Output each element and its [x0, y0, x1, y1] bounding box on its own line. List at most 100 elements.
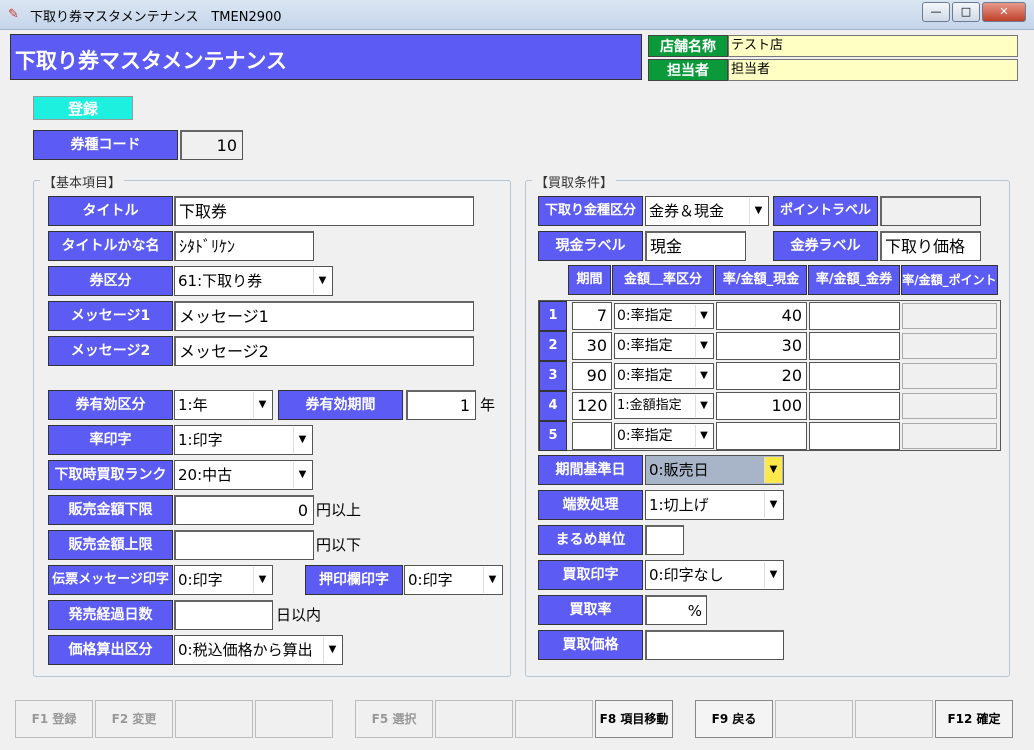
maximize-button[interactable]: □ [952, 2, 980, 22]
rate-print-select[interactable]: 1:印字 ▼ [174, 425, 313, 455]
table-row-period[interactable]: 120 [572, 392, 612, 420]
chevron-down-icon[interactable]: ▼ [253, 567, 271, 593]
table-row-kubun-select[interactable]: 0:率指定 ▼ [614, 423, 714, 449]
f9-back-button[interactable]: F9 戻る [695, 700, 773, 738]
chevron-down-icon[interactable]: ▼ [764, 562, 782, 588]
table-row-kubun-select[interactable]: 0:率指定 ▼ [614, 333, 714, 359]
point-label-field[interactable] [880, 196, 981, 226]
voucher-code-field[interactable]: 10 [180, 130, 243, 160]
base-date-select[interactable]: 0:販売日 ▼ [645, 455, 784, 485]
table-row-kubun-select[interactable]: 1:金額指定 ▼ [614, 393, 714, 419]
purchase-rate-field[interactable]: % [645, 595, 707, 625]
title-kana-label: タイトルかな名 [48, 231, 173, 261]
table-row-ticket[interactable] [809, 422, 900, 450]
sale-max-label: 販売金額上限 [48, 530, 173, 560]
table-row-ticket[interactable] [809, 302, 900, 330]
chevron-down-icon[interactable]: ▼ [695, 335, 712, 357]
purchase-group-title: 【買取条件】 [532, 172, 617, 191]
table-row-kubun-select[interactable]: 0:率指定 ▼ [614, 363, 714, 389]
stamp-print-label: 押印欄印字 [305, 565, 403, 595]
table-row-ticket[interactable] [809, 332, 900, 360]
f12-confirm-button[interactable]: F12 確定 [935, 700, 1013, 738]
f1-register-button[interactable]: F1 登録 [15, 700, 93, 738]
f8-move-field-button[interactable]: F8 項目移動 [595, 700, 673, 738]
table-row-number: 5 [539, 421, 567, 451]
price-calc-select[interactable]: 0:税込価格から算出 ▼ [174, 635, 343, 665]
minimize-button[interactable]: — [922, 2, 950, 22]
f6-button[interactable] [435, 700, 513, 738]
chevron-down-icon[interactable]: ▼ [483, 567, 501, 593]
slip-message-select[interactable]: 0:印字 ▼ [174, 565, 273, 595]
rounding-select[interactable]: 1:切上げ ▼ [645, 490, 784, 520]
cash-label-field[interactable]: 現金 [645, 231, 746, 261]
basic-group-title: 【基本項目】 [40, 172, 125, 191]
valid-kubun-select[interactable]: 1:年 ▼ [174, 390, 273, 420]
f3-button[interactable] [175, 700, 253, 738]
purchase-price-field[interactable] [645, 630, 784, 660]
chevron-down-icon[interactable]: ▼ [695, 305, 712, 327]
table-row-period[interactable] [572, 422, 612, 450]
valid-period-label: 券有効期間 [278, 390, 403, 420]
chevron-down-icon[interactable]: ▼ [749, 198, 767, 224]
trade-rank-select[interactable]: 20:中古 ▼ [174, 460, 313, 490]
table-row-ticket[interactable] [809, 362, 900, 390]
page-title: 下取り券マスタメンテナンス [10, 34, 642, 80]
valid-kubun-value: 1:年 [178, 396, 208, 414]
valid-period-field[interactable]: 1 [406, 390, 476, 420]
ticket-label-label: 金券ラベル [773, 231, 878, 261]
register-button[interactable]: 登録 [33, 96, 133, 120]
base-date-value: 0:販売日 [649, 461, 709, 479]
table-row-point [902, 363, 997, 389]
chevron-down-icon[interactable]: ▼ [695, 365, 712, 387]
table-row-period[interactable]: 30 [572, 332, 612, 360]
chevron-down-icon[interactable]: ▼ [764, 457, 782, 483]
chevron-down-icon[interactable]: ▼ [323, 637, 341, 663]
rate-print-label: 率印字 [48, 425, 173, 455]
stamp-print-select[interactable]: 0:印字 ▼ [404, 565, 503, 595]
money-kind-label: 下取り金種区分 [538, 196, 643, 226]
price-calc-value: 0:税込価格から算出 [178, 641, 313, 659]
price-calc-label: 価格算出区分 [48, 635, 173, 665]
f5-select-button[interactable]: F5 選択 [355, 700, 433, 738]
table-row-cash[interactable] [716, 422, 807, 450]
chevron-down-icon[interactable]: ▼ [253, 392, 271, 418]
table-row-cash[interactable]: 100 [716, 392, 807, 420]
chevron-down-icon[interactable]: ▼ [293, 462, 311, 488]
chevron-down-icon[interactable]: ▼ [313, 268, 331, 294]
message1-field[interactable]: メッセージ1 [174, 301, 474, 331]
voucher-kubun-label: 券区分 [48, 266, 173, 296]
table-row-kubun-select[interactable]: 0:率指定 ▼ [614, 303, 714, 329]
round-unit-field[interactable] [645, 525, 684, 555]
voucher-kubun-select[interactable]: 61:下取り券 ▼ [174, 266, 333, 296]
sale-max-field[interactable] [174, 530, 314, 560]
table-row-period[interactable]: 7 [572, 302, 612, 330]
sale-min-field[interactable]: 0 [174, 495, 314, 525]
chevron-down-icon[interactable]: ▼ [695, 425, 712, 447]
table-header-kubun: 金額＿率区分 [612, 265, 714, 295]
money-kind-select[interactable]: 金券＆現金 ▼ [645, 196, 769, 226]
percent-unit: % [687, 602, 702, 620]
f11-button[interactable] [855, 700, 933, 738]
purchase-print-select[interactable]: 0:印字なし ▼ [645, 560, 784, 590]
table-row-ticket[interactable] [809, 392, 900, 420]
close-button[interactable]: ✕ [982, 2, 1026, 22]
elapsed-days-field[interactable] [174, 600, 273, 630]
f10-button[interactable] [775, 700, 853, 738]
table-row-period[interactable]: 90 [572, 362, 612, 390]
f7-button[interactable] [515, 700, 593, 738]
title-kana-field[interactable]: ｼﾀﾄﾞﾘｹﾝ [174, 231, 314, 261]
title-field[interactable]: 下取券 [174, 196, 474, 226]
message2-field[interactable]: メッセージ2 [174, 336, 474, 366]
table-row-cash[interactable]: 30 [716, 332, 807, 360]
table-row-kubun-value: 0:率指定 [617, 368, 673, 384]
ticket-label-field[interactable]: 下取り価格 [880, 231, 981, 261]
table-row-point [902, 393, 997, 419]
f2-change-button[interactable]: F2 変更 [95, 700, 173, 738]
money-kind-value: 金券＆現金 [649, 202, 725, 220]
f4-button[interactable] [255, 700, 333, 738]
table-row-cash[interactable]: 40 [716, 302, 807, 330]
chevron-down-icon[interactable]: ▼ [293, 427, 311, 453]
chevron-down-icon[interactable]: ▼ [764, 492, 782, 518]
chevron-down-icon[interactable]: ▼ [695, 395, 712, 417]
table-row-cash[interactable]: 20 [716, 362, 807, 390]
